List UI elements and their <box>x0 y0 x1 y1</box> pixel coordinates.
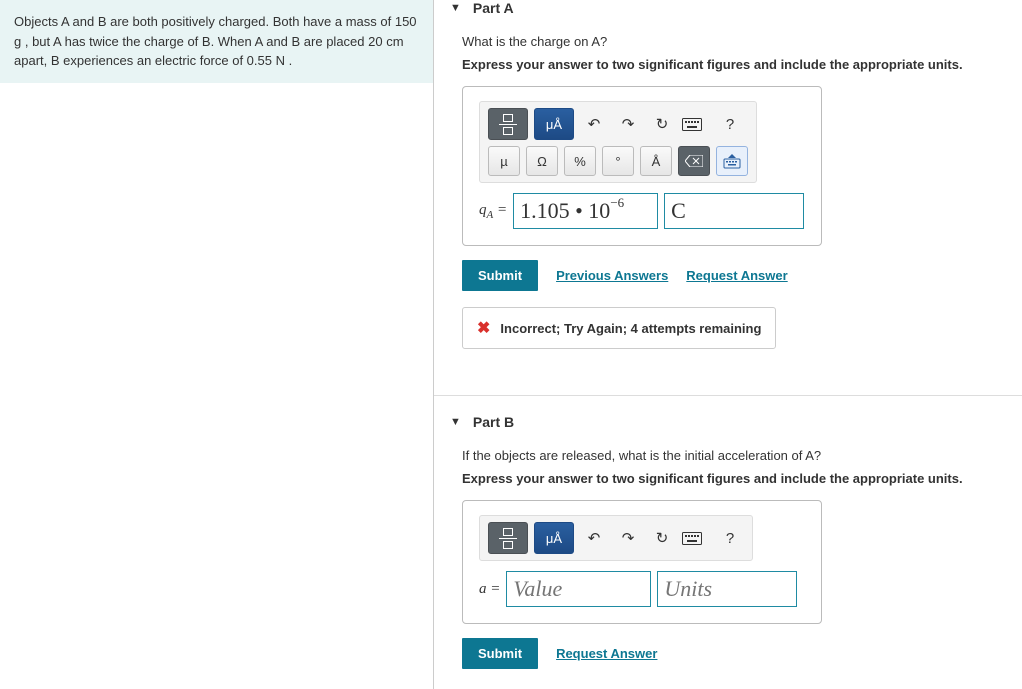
keyboard-icon[interactable] <box>682 118 710 131</box>
request-answer-link[interactable]: Request Answer <box>556 646 657 661</box>
mu-button[interactable]: µ <box>488 146 520 176</box>
qa-label: qA = <box>479 202 507 221</box>
part-b-question: If the objects are released, what is the… <box>462 448 1002 463</box>
feedback-box: ✖ Incorrect; Try Again; 4 attempts remai… <box>462 307 776 349</box>
keyboard-blue-button[interactable] <box>716 146 748 176</box>
omega-button[interactable]: Ω <box>526 146 558 176</box>
undo-icon[interactable]: ↶ <box>580 529 608 547</box>
feedback-text: Incorrect; Try Again; 4 attempts remaini… <box>500 321 761 336</box>
degree-button[interactable]: ° <box>602 146 634 176</box>
toolbar-a: μÅ ↶ ↷ ↻ ? µ Ω % ° Å <box>479 101 757 183</box>
part-a-value-input[interactable]: 1.105 • 10−6 <box>513 193 658 229</box>
part-a-body: What is the charge on A? Express your an… <box>434 24 1022 369</box>
request-answer-link[interactable]: Request Answer <box>686 268 787 283</box>
previous-answers-link[interactable]: Previous Answers <box>556 268 668 283</box>
units-button[interactable]: μÅ <box>534 522 574 554</box>
percent-button[interactable]: % <box>564 146 596 176</box>
help-icon[interactable]: ? <box>716 116 744 133</box>
part-a-units-input[interactable]: C <box>664 193 804 229</box>
part-b-body: If the objects are released, what is the… <box>434 438 1022 689</box>
caret-down-icon: ▼ <box>450 416 461 428</box>
part-b-instruction: Express your answer to two significant f… <box>462 471 1002 486</box>
part-b-value-input[interactable] <box>506 571 651 607</box>
submit-button[interactable]: Submit <box>462 638 538 669</box>
part-a-answer-box: μÅ ↶ ↷ ↻ ? µ Ω % ° Å <box>462 86 822 246</box>
part-b-header[interactable]: ▼ Part B <box>434 414 1022 438</box>
toolbar-b: μÅ ↶ ↷ ↻ ? <box>479 515 753 561</box>
part-a-instruction: Express your answer to two significant f… <box>462 57 1002 72</box>
part-b-units-input[interactable] <box>657 571 797 607</box>
reset-icon[interactable]: ↻ <box>648 529 676 547</box>
fraction-template-button[interactable] <box>488 108 528 140</box>
keyboard-icon[interactable] <box>682 532 710 545</box>
problem-text: Objects A and B are both positively char… <box>14 14 417 68</box>
fraction-template-button[interactable] <box>488 522 528 554</box>
angstrom-button[interactable]: Å <box>640 146 672 176</box>
problem-statement: Objects A and B are both positively char… <box>0 0 433 83</box>
divider <box>434 395 1022 396</box>
incorrect-icon: ✖ <box>477 318 490 338</box>
part-a-question: What is the charge on A? <box>462 34 1002 49</box>
redo-icon[interactable]: ↷ <box>614 115 642 133</box>
a-label: a = <box>479 581 500 598</box>
answer-panel: ▼ Part A What is the charge on A? Expres… <box>433 0 1022 689</box>
undo-icon[interactable]: ↶ <box>580 115 608 133</box>
part-b-answer-box: μÅ ↶ ↷ ↻ ? a = <box>462 500 822 624</box>
part-b-title: Part B <box>473 414 514 430</box>
caret-down-icon: ▼ <box>450 2 461 14</box>
reset-icon[interactable]: ↻ <box>648 115 676 133</box>
submit-button[interactable]: Submit <box>462 260 538 291</box>
redo-icon[interactable]: ↷ <box>614 529 642 547</box>
part-a-title: Part A <box>473 0 514 16</box>
backspace-button[interactable] <box>678 146 710 176</box>
part-a-header[interactable]: ▼ Part A <box>434 0 1022 24</box>
help-icon[interactable]: ? <box>716 530 744 547</box>
units-button[interactable]: μÅ <box>534 108 574 140</box>
